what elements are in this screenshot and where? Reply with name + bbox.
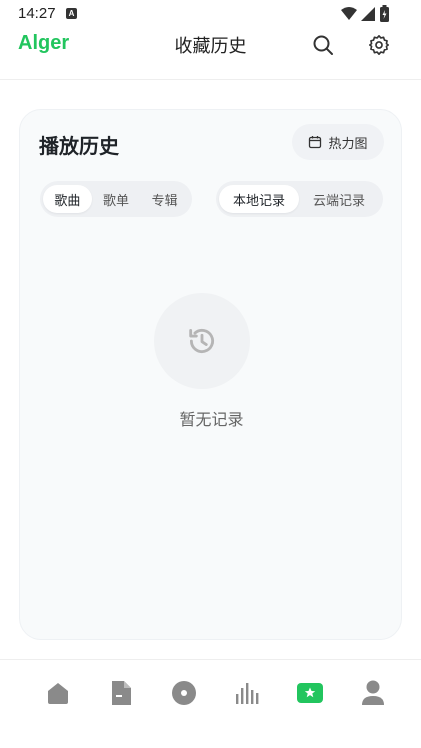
nav-profile[interactable] — [358, 678, 388, 708]
card-title: 播放历史 — [39, 134, 119, 158]
source-tabs: 本地记录 云端记录 — [216, 181, 383, 217]
calendar-icon — [309, 136, 322, 149]
app-header: Alger 收藏历史 — [0, 28, 421, 80]
document-icon — [112, 681, 131, 705]
settings-button[interactable] — [364, 30, 394, 60]
wifi-icon — [341, 7, 357, 20]
search-button[interactable] — [308, 30, 338, 60]
tab-albums[interactable]: 专辑 — [140, 185, 189, 213]
home-icon — [48, 683, 68, 704]
tab-cloud-records[interactable]: 云端记录 — [299, 185, 379, 213]
tab-playlists[interactable]: 歌单 — [92, 185, 141, 213]
nav-albums[interactable] — [169, 678, 199, 708]
heatmap-label: 热力图 — [328, 136, 368, 152]
empty-state-text: 暂无记录 — [179, 410, 244, 429]
history-card: 播放历史 热力图 歌曲 歌单 专辑 本地记录 云端记录 暂无记录 — [19, 109, 402, 640]
gear-icon — [369, 35, 389, 55]
favorites-icon — [297, 683, 323, 703]
history-icon — [189, 328, 215, 353]
page-title: 收藏历史 — [174, 36, 247, 57]
empty-state-badge — [154, 293, 250, 389]
tab-songs[interactable]: 歌曲 — [43, 185, 92, 213]
status-time: 14:27 — [18, 5, 56, 22]
search-icon — [313, 35, 333, 55]
chart-bars-icon — [236, 683, 259, 704]
notification-icon: A — [66, 8, 77, 19]
nav-charts[interactable] — [232, 678, 262, 708]
signal-icon — [361, 7, 375, 21]
user-icon — [362, 680, 384, 705]
nav-documents[interactable] — [106, 678, 136, 708]
heatmap-button[interactable]: 热力图 — [292, 124, 384, 160]
status-indicators — [341, 5, 389, 22]
nav-home[interactable] — [43, 678, 73, 708]
battery-icon — [380, 5, 389, 22]
type-tabs: 歌曲 歌单 专辑 — [40, 181, 192, 217]
nav-favorites[interactable] — [295, 678, 325, 708]
tab-local-records[interactable]: 本地记录 — [219, 185, 299, 213]
bottom-navigation — [0, 659, 421, 748]
disc-icon — [172, 681, 196, 705]
status-bar: 14:27 A — [0, 0, 421, 28]
